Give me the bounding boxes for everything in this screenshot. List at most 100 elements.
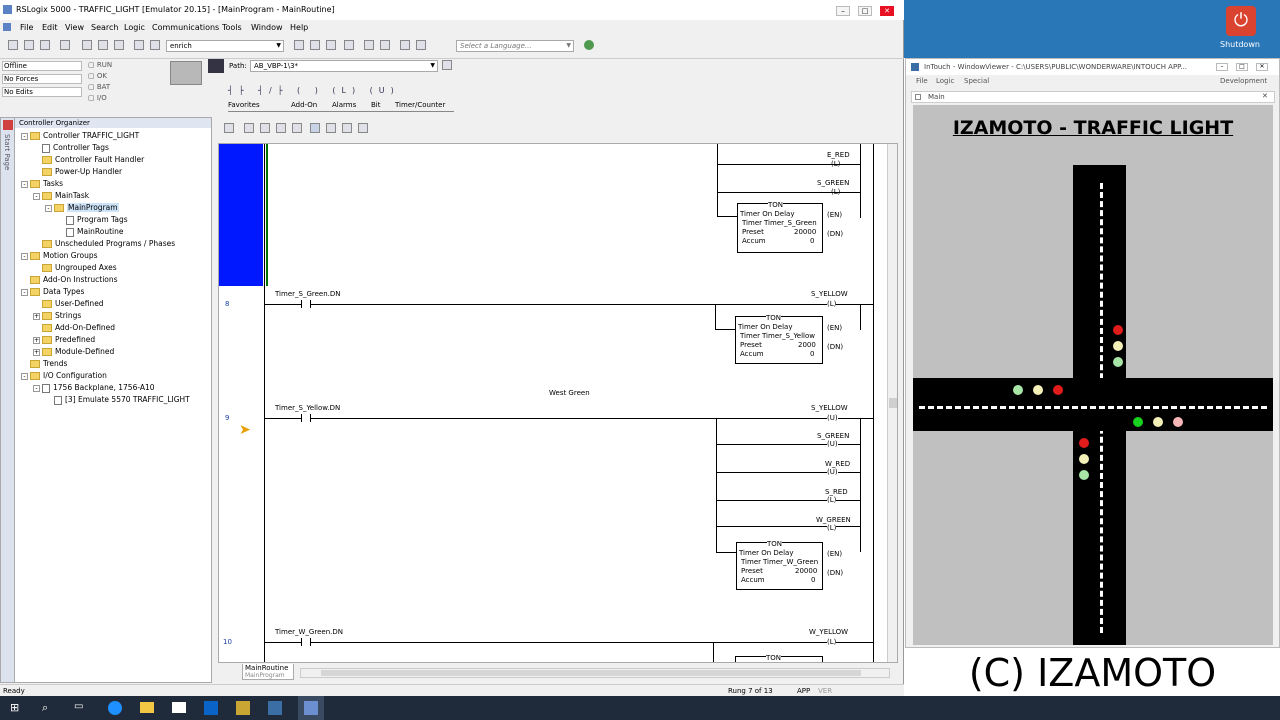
tree-item[interactable]: Add-On Instructions xyxy=(21,275,118,284)
contact-tag[interactable]: Timer_S_Yellow.DN xyxy=(275,404,340,412)
build-icon[interactable] xyxy=(326,40,336,50)
tree-item[interactable]: + Module-Defined xyxy=(33,347,114,356)
coil-tag[interactable]: S_YELLOW xyxy=(811,290,848,298)
mode-status[interactable]: Offline xyxy=(2,61,82,71)
zoom-in-icon[interactable] xyxy=(400,40,410,50)
ladder-tool-icon[interactable] xyxy=(244,123,254,133)
ladder-tool-icon[interactable] xyxy=(310,123,320,133)
edge-icon[interactable] xyxy=(108,701,122,715)
tab-favorites[interactable]: Favorites xyxy=(228,101,260,109)
rslinx-icon[interactable] xyxy=(236,701,250,715)
tree-item[interactable]: Controller Tags xyxy=(33,143,109,153)
coil-tag[interactable]: S_RED xyxy=(825,488,848,496)
network-icon[interactable] xyxy=(208,59,224,73)
intouch-minimize-button[interactable]: – xyxy=(1216,63,1228,71)
collapse-icon[interactable]: - xyxy=(33,192,40,200)
tree-item[interactable]: Power-Up Handler xyxy=(33,167,122,176)
redo-icon[interactable] xyxy=(150,40,160,50)
tree-item[interactable]: - Controller TRAFFIC_LIGHT xyxy=(21,131,139,140)
timer-preset[interactable]: 2000 xyxy=(798,341,816,349)
intouch-taskbar-icon[interactable] xyxy=(268,701,282,715)
latch-coil[interactable]: (L) xyxy=(831,160,840,168)
intouch-menu-logic[interactable]: Logic xyxy=(936,77,954,85)
tree-item[interactable]: Ungrouped Axes xyxy=(33,263,117,272)
coil-tag[interactable]: W_YELLOW xyxy=(809,628,848,636)
timer-block[interactable]: TON xyxy=(735,654,823,662)
tree-item[interactable]: MainRoutine xyxy=(57,227,124,237)
paste-icon[interactable] xyxy=(114,40,124,50)
expand-icon[interactable]: + xyxy=(33,348,40,356)
tab-alarms[interactable]: Alarms xyxy=(332,101,356,109)
expand-icon[interactable]: + xyxy=(33,312,40,320)
contact-tag[interactable]: Timer_S_Green.DN xyxy=(275,290,341,298)
ladder-tool-icon[interactable] xyxy=(358,123,368,133)
ladder-tool-icon[interactable] xyxy=(260,123,270,133)
tab-timer-counter[interactable]: Timer/Counter xyxy=(395,101,445,109)
latch-coil[interactable]: (L) xyxy=(827,496,837,504)
tree-item[interactable]: Trends xyxy=(21,359,67,368)
save-icon[interactable] xyxy=(40,40,50,50)
cut-icon[interactable] xyxy=(82,40,92,50)
latch-coil[interactable]: (L) xyxy=(827,638,837,646)
unlatch-coil[interactable]: (U) xyxy=(827,468,838,476)
menu-view[interactable]: View xyxy=(65,23,84,32)
collapse-icon[interactable]: - xyxy=(21,180,28,188)
mail-icon[interactable] xyxy=(172,702,186,713)
menu-help[interactable]: Help xyxy=(290,23,308,32)
intouch-menu-special[interactable]: Special xyxy=(964,77,989,85)
routine-tab[interactable]: MainRoutine MainProgram xyxy=(242,664,294,680)
edits-status[interactable]: No Edits xyxy=(2,87,82,97)
coil-tag[interactable]: S_YELLOW xyxy=(811,404,848,412)
timer-accum[interactable]: 0 xyxy=(811,576,815,584)
collapse-icon[interactable]: - xyxy=(21,288,28,296)
coil-tag[interactable]: E_RED xyxy=(827,151,850,159)
coil-tag[interactable]: W_RED xyxy=(825,460,850,468)
collapse-icon[interactable]: - xyxy=(21,252,28,260)
properties-icon[interactable] xyxy=(344,40,354,50)
tree-item[interactable]: User-Defined xyxy=(33,299,104,308)
tree-item[interactable]: - I/O Configuration xyxy=(21,371,107,380)
tree-item[interactable]: + Strings xyxy=(33,311,81,320)
ladder-tool-icon[interactable] xyxy=(292,123,302,133)
language-go-icon[interactable] xyxy=(584,40,594,50)
file-explorer-icon[interactable] xyxy=(140,702,154,713)
ladder-tool-icon[interactable] xyxy=(224,123,234,133)
scroll-thumb[interactable] xyxy=(321,670,861,676)
tree-item[interactable]: - Tasks xyxy=(21,179,63,188)
verify-controller-icon[interactable] xyxy=(310,40,320,50)
shutdown-icon[interactable]: ⏻ xyxy=(1226,6,1256,36)
timer-block[interactable]: TON Timer On Delay Timer Timer_W_Green P… xyxy=(736,540,823,590)
menu-tools[interactable]: Tools xyxy=(222,23,242,32)
tree-item[interactable]: - Data Types xyxy=(21,287,84,296)
path-browse-icon[interactable] xyxy=(442,60,452,70)
ladder-vertical-scrollbar[interactable] xyxy=(887,144,897,662)
ladder-tool-icon[interactable] xyxy=(342,123,352,133)
timer-block[interactable]: TON Timer On Delay Timer Timer_S_Green P… xyxy=(737,201,823,253)
search-combo[interactable]: enrich ▼ xyxy=(166,40,284,52)
timer-preset[interactable]: 20000 xyxy=(795,567,817,575)
start-page-strip[interactable]: Start Page xyxy=(1,118,15,682)
print-icon[interactable] xyxy=(60,40,70,50)
latch-coil[interactable]: (L) xyxy=(831,188,840,196)
contact-tag[interactable]: Timer_W_Green.DN xyxy=(275,628,343,636)
tag-icon[interactable] xyxy=(364,40,374,50)
ladder-tool-icon[interactable] xyxy=(276,123,286,133)
timer-tag[interactable]: Timer_S_Green xyxy=(764,219,817,227)
tree-item[interactable]: Controller Fault Handler xyxy=(33,155,144,164)
zoom-out-icon[interactable] xyxy=(416,40,426,50)
latch-coil[interactable]: (L) xyxy=(827,524,837,532)
task-view-icon[interactable]: ▭ xyxy=(74,701,83,712)
menu-communications[interactable]: Communications xyxy=(152,23,219,32)
timer-tag[interactable]: Timer_W_Green xyxy=(763,558,818,566)
timer-tag[interactable]: Timer_S_Yellow xyxy=(762,332,815,340)
rung-comment[interactable]: West Green xyxy=(549,389,590,397)
search-icon[interactable]: ⌕ xyxy=(42,701,48,715)
copy-icon[interactable] xyxy=(98,40,108,50)
language-combo[interactable]: Select a Language... ▼ xyxy=(456,40,574,52)
intouch-menu-file[interactable]: File xyxy=(916,77,928,85)
menu-search[interactable]: Search xyxy=(91,23,118,32)
maximize-button[interactable]: □ xyxy=(858,6,872,16)
outlook-icon[interactable] xyxy=(204,701,218,715)
path-combo[interactable]: AB_VBP-1\3* ▼ xyxy=(250,60,438,72)
unlatch-coil[interactable]: (U) xyxy=(827,440,838,448)
